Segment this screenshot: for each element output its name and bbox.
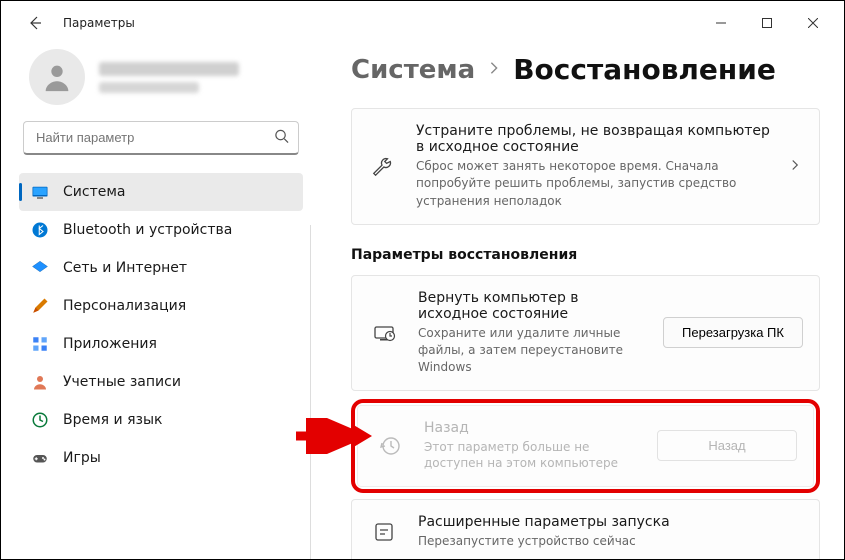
avatar (29, 49, 85, 105)
advanced-title: Расширенные параметры запуска (418, 514, 803, 530)
troubleshoot-title: Устраните проблемы, не возвращая компьют… (416, 123, 771, 155)
brush-icon (31, 297, 49, 315)
bluetooth-icon (31, 221, 49, 239)
breadcrumb: Система Восстановление (351, 53, 820, 86)
troubleshoot-card[interactable]: Устраните проблемы, не возвращая компьют… (351, 108, 820, 225)
reset-row: Вернуть компьютер в исходное состояние С… (351, 275, 820, 390)
profile[interactable] (19, 45, 303, 121)
nav-time-language[interactable]: Время и язык (19, 401, 303, 439)
nav-system[interactable]: Система (19, 173, 303, 211)
nav-label: Сеть и Интернет (63, 260, 187, 276)
nav-bluetooth[interactable]: Bluetooth и устройства (19, 211, 303, 249)
profile-name-redacted (99, 62, 239, 76)
search-icon (274, 129, 289, 148)
accounts-icon (31, 373, 49, 391)
maximize-button[interactable] (744, 7, 790, 39)
arrow-left-icon (27, 15, 43, 31)
nav-network[interactable]: Сеть и Интернет (19, 249, 303, 287)
nav-label: Игры (63, 450, 101, 466)
advanced-icon (368, 520, 400, 544)
advanced-sub: Перезапустите устройство сейчас (418, 533, 803, 550)
reset-button[interactable]: Перезагрузка ПК (663, 317, 803, 348)
gaming-icon (31, 449, 49, 467)
nav-label: Приложения (63, 336, 157, 352)
nav-label: Учетные записи (63, 374, 181, 390)
search (23, 121, 299, 155)
nav-personalization[interactable]: Персонализация (19, 287, 303, 325)
profile-email-redacted (99, 82, 199, 93)
wrench-icon (366, 156, 398, 178)
titlebar: Параметры (1, 1, 844, 45)
breadcrumb-root[interactable]: Система (351, 55, 475, 85)
nav-label: Bluetooth и устройства (63, 222, 232, 238)
goback-row: Назад Этот параметр больше не доступен н… (357, 405, 814, 488)
close-button[interactable] (790, 7, 836, 39)
nav-apps[interactable]: Приложения (19, 325, 303, 363)
main-content: Система Восстановление Устраните проблем… (311, 45, 844, 559)
nav-label: Персонализация (63, 298, 186, 314)
window-controls (698, 7, 836, 39)
app-title: Параметры (63, 16, 135, 30)
nav: Система Bluetooth и устройства Сеть и Ин… (19, 173, 303, 477)
page-title: Восстановление (513, 53, 776, 86)
advanced-row: Расширенные параметры запуска Перезапуст… (351, 499, 820, 559)
clock-globe-icon (31, 411, 49, 429)
apps-icon (31, 335, 49, 353)
goback-title: Назад (424, 420, 639, 436)
history-icon (374, 434, 406, 458)
nav-label: Время и язык (63, 412, 162, 428)
nav-gaming[interactable]: Игры (19, 439, 303, 477)
chevron-right-icon (789, 159, 805, 175)
chevron-right-icon (487, 61, 501, 79)
network-icon (31, 259, 49, 277)
nav-label: Система (63, 184, 125, 200)
reset-icon (368, 321, 400, 345)
nav-accounts[interactable]: Учетные записи (19, 363, 303, 401)
sidebar: Система Bluetooth и устройства Сеть и Ин… (1, 45, 311, 559)
back-button[interactable] (19, 7, 51, 39)
reset-sub: Сохраните или удалите личные файлы, а за… (418, 325, 645, 375)
minimize-button[interactable] (698, 7, 744, 39)
annotation-highlight: Назад Этот параметр больше не доступен н… (351, 399, 820, 494)
goback-button: Назад (657, 430, 797, 461)
system-icon (31, 183, 49, 201)
reset-title: Вернуть компьютер в исходное состояние (418, 290, 645, 322)
goback-sub: Этот параметр больше не доступен на этом… (424, 439, 639, 473)
troubleshoot-sub: Сброс может занять некоторое время. Снач… (416, 158, 771, 210)
search-input[interactable] (23, 121, 299, 155)
section-title: Параметры восстановления (351, 247, 820, 263)
